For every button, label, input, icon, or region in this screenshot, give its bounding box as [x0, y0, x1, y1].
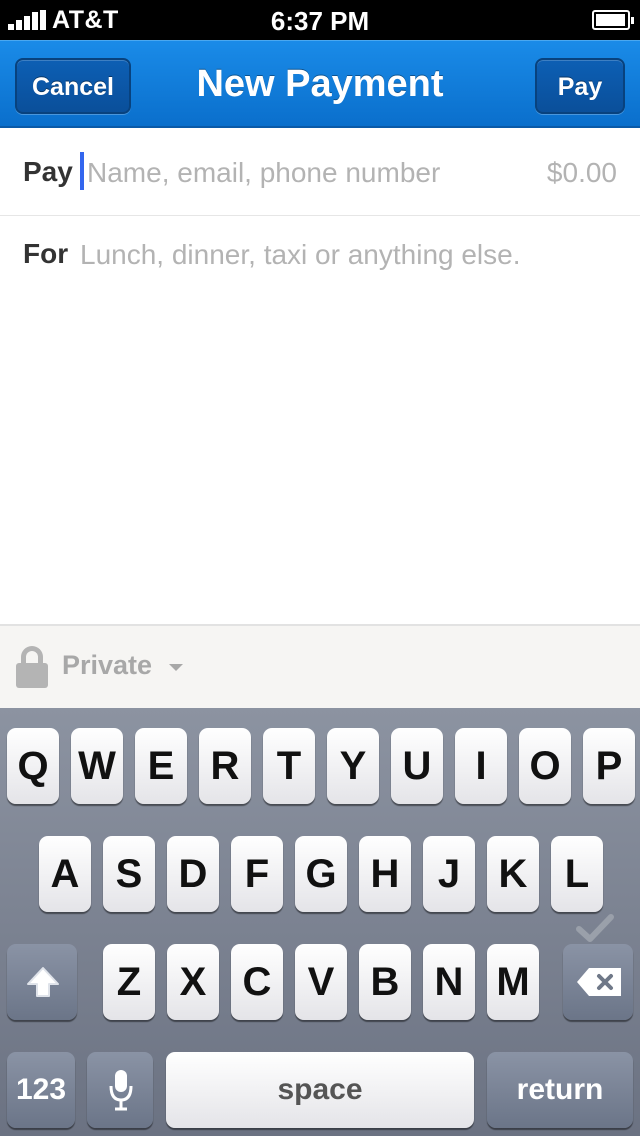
pay-button[interactable]: Pay: [535, 58, 625, 114]
chevron-down-icon[interactable]: [169, 664, 183, 671]
key-i[interactable]: I: [455, 728, 507, 804]
key-m[interactable]: M: [487, 944, 539, 1020]
key-y[interactable]: Y: [327, 728, 379, 804]
text-cursor: [80, 152, 84, 190]
key-g[interactable]: G: [295, 836, 347, 912]
note-input[interactable]: Lunch, dinner, taxi or anything else.: [80, 239, 521, 271]
shift-arrow-icon: [27, 967, 59, 997]
checkmark-icon: [576, 914, 614, 942]
shift-key[interactable]: [7, 944, 77, 1020]
key-t[interactable]: T: [263, 728, 315, 804]
privacy-selector[interactable]: Private: [62, 650, 152, 681]
for-label: For: [23, 238, 69, 269]
key-e[interactable]: E: [135, 728, 187, 804]
recipient-row[interactable]: Pay Name, email, phone number $0.00: [0, 130, 640, 216]
lock-icon: [16, 646, 48, 688]
key-w[interactable]: W: [71, 728, 123, 804]
key-a[interactable]: A: [39, 836, 91, 912]
key-n[interactable]: N: [423, 944, 475, 1020]
key-u[interactable]: U: [391, 728, 443, 804]
navigation-bar: Cancel New Payment Pay: [0, 40, 640, 128]
key-c[interactable]: C: [231, 944, 283, 1020]
dictation-key[interactable]: [87, 1052, 153, 1128]
note-row[interactable]: For Lunch, dinner, taxi or anything else…: [0, 216, 640, 296]
key-p[interactable]: P: [583, 728, 635, 804]
key-j[interactable]: J: [423, 836, 475, 912]
return-key[interactable]: return: [487, 1052, 633, 1128]
key-q[interactable]: Q: [7, 728, 59, 804]
key-o[interactable]: O: [519, 728, 571, 804]
recipient-input[interactable]: Name, email, phone number: [87, 157, 440, 189]
delete-key[interactable]: [563, 944, 633, 1020]
backspace-icon: [577, 968, 621, 996]
key-f[interactable]: F: [231, 836, 283, 912]
key-z[interactable]: Z: [103, 944, 155, 1020]
key-d[interactable]: D: [167, 836, 219, 912]
battery-icon: [592, 10, 634, 30]
microphone-icon: [109, 1070, 133, 1111]
amount-field[interactable]: $0.00: [547, 157, 617, 189]
key-k[interactable]: K: [487, 836, 539, 912]
status-bar: AT&T 6:37 PM: [0, 0, 640, 40]
privacy-bar: Private: [0, 624, 640, 708]
numbers-key[interactable]: 123: [7, 1052, 75, 1128]
status-time: 6:37 PM: [270, 6, 370, 36]
key-h[interactable]: H: [359, 836, 411, 912]
key-s[interactable]: S: [103, 836, 155, 912]
pay-label: Pay: [23, 156, 73, 187]
key-x[interactable]: X: [167, 944, 219, 1020]
key-l[interactable]: L: [551, 836, 603, 912]
key-b[interactable]: B: [359, 944, 411, 1020]
key-v[interactable]: V: [295, 944, 347, 1020]
key-r[interactable]: R: [199, 728, 251, 804]
space-key[interactable]: space: [166, 1052, 474, 1128]
